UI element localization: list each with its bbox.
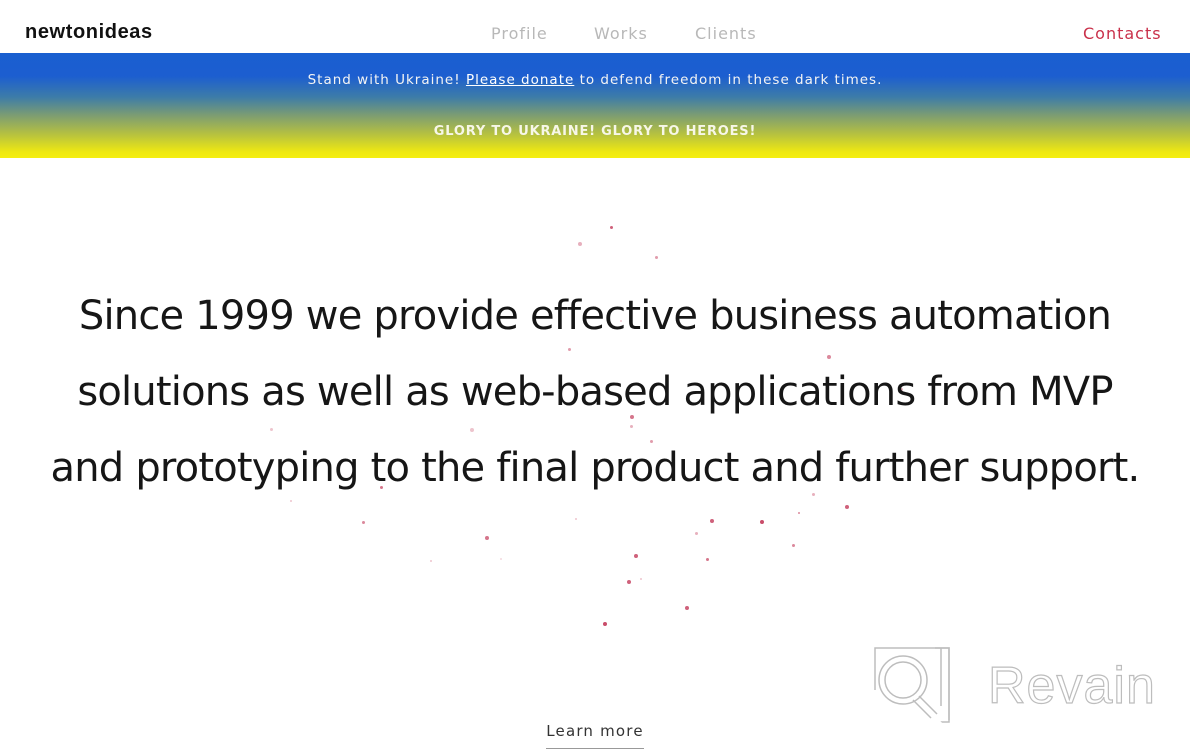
particle-dot xyxy=(760,520,764,524)
particle-dot xyxy=(710,519,714,523)
particle-dot xyxy=(640,578,642,580)
particle-dot xyxy=(500,558,502,560)
hero-line: solutions as well as web-based applicati… xyxy=(77,369,1113,415)
particle-dot xyxy=(798,512,800,514)
ukraine-support-banner: Stand with Ukraine! Please donate to def… xyxy=(0,53,1190,158)
banner-message: Stand with Ukraine! Please donate to def… xyxy=(0,72,1190,88)
particle-dot xyxy=(575,518,577,520)
particle-dot xyxy=(362,521,365,524)
nav-item-works[interactable]: Works xyxy=(594,24,648,43)
nav-item-clients[interactable]: Clients xyxy=(695,24,757,43)
particle-dot xyxy=(610,226,613,229)
revain-watermark: Revain xyxy=(873,646,1173,726)
particle-dot xyxy=(655,256,658,259)
nav-item-contacts[interactable]: Contacts xyxy=(1083,24,1162,43)
particle-dot xyxy=(792,544,795,547)
particle-dot xyxy=(706,558,709,561)
revain-logo-icon xyxy=(874,647,950,723)
particle-dot xyxy=(695,532,698,535)
particle-dot xyxy=(603,622,607,626)
banner-slogan: GLORY TO UKRAINE! GLORY TO HEROES! xyxy=(433,124,757,139)
particle-dot xyxy=(430,560,432,562)
particle-dot xyxy=(685,606,689,610)
particle-dot xyxy=(485,536,489,540)
nav-item-profile[interactable]: Profile xyxy=(491,24,548,43)
site-logo[interactable]: newtonideas xyxy=(25,21,153,44)
learn-more-container: Learn more xyxy=(0,722,1190,749)
hero-statement: Since 1999 we provide effective business… xyxy=(0,278,1190,506)
hero-line: and prototyping to the final product and… xyxy=(50,445,1141,491)
banner-text-after: to defend freedom in these dark times. xyxy=(574,72,883,88)
banner-text-before: Stand with Ukraine! xyxy=(307,72,466,88)
hero-line: Since 1999 we provide effective business… xyxy=(78,293,1112,339)
top-navigation-bar: newtonideas Profile Works Clients Contac… xyxy=(0,0,1190,53)
particle-dot xyxy=(627,580,631,584)
particle-dot xyxy=(578,242,582,246)
donate-link[interactable]: Please donate xyxy=(466,72,574,88)
learn-more-link[interactable]: Learn more xyxy=(546,722,644,749)
revain-wordmark: Revain xyxy=(987,656,1156,715)
particle-dot xyxy=(634,554,638,558)
